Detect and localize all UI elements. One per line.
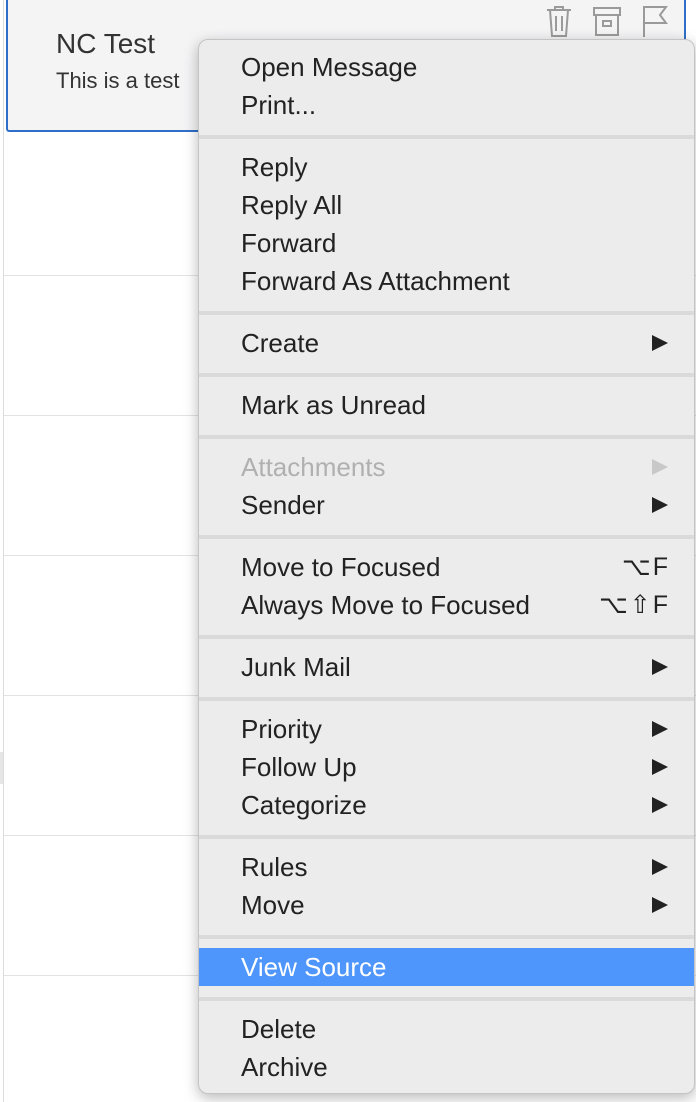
menu-item-label: Move [241, 890, 305, 920]
menu-group: Priority Follow Up Categorize [199, 710, 694, 824]
message-hover-actions [544, 4, 670, 38]
menu-separator [199, 635, 694, 639]
submenu-arrow-icon [652, 721, 668, 737]
message-preview: This is a test [56, 68, 180, 93]
menu-item-priority[interactable]: Priority [199, 710, 694, 748]
menu-item-forward-as-attachment[interactable]: Forward As Attachment [199, 262, 694, 300]
menu-separator [199, 697, 694, 701]
menu-item-label: Reply All [241, 190, 343, 220]
resize-handle[interactable] [0, 752, 3, 784]
flag-icon[interactable] [640, 4, 670, 38]
menu-group: Junk Mail [199, 648, 694, 686]
menu-separator [199, 935, 694, 939]
menu-item-sender[interactable]: Sender [199, 486, 694, 524]
menu-item-label: Rules [241, 852, 308, 882]
menu-item-label: View Source [241, 952, 387, 982]
menu-group: Delete Archive [199, 1010, 694, 1086]
menu-group: Open Message Print... [199, 48, 694, 124]
menu-item-junk-mail[interactable]: Junk Mail [199, 648, 694, 686]
menu-separator [199, 311, 694, 315]
menu-item-label: Follow Up [241, 752, 357, 782]
menu-separator [199, 435, 694, 439]
menu-separator [199, 997, 694, 1001]
menu-group: Reply Reply All Forward Forward As Attachme… [199, 148, 694, 300]
menu-item-open-message[interactable]: Open Message [199, 48, 694, 86]
keyboard-shortcut: ⌥⇧F [598, 591, 670, 619]
submenu-arrow-icon [652, 859, 668, 875]
keyboard-shortcut: ⌥F [621, 553, 670, 581]
submenu-arrow-icon [652, 659, 668, 675]
menu-item-reply[interactable]: Reply [199, 148, 694, 186]
menu-group: Create [199, 324, 694, 362]
submenu-arrow-icon [652, 497, 668, 513]
menu-item-label: Delete [241, 1014, 317, 1044]
menu-item-label: Print... [241, 90, 317, 120]
menu-item-follow-up[interactable]: Follow Up [199, 748, 694, 786]
menu-separator [199, 373, 694, 377]
menu-item-categorize[interactable]: Categorize [199, 786, 694, 824]
menu-item-attachments: Attachments [199, 448, 694, 486]
trash-icon[interactable] [544, 4, 574, 38]
menu-item-label: Mark as Unread [241, 390, 426, 420]
menu-item-label: Categorize [241, 790, 367, 820]
menu-item-label: Priority [241, 714, 322, 744]
menu-separator [199, 535, 694, 539]
menu-item-print[interactable]: Print... [199, 86, 694, 124]
menu-group: View Source [199, 948, 694, 986]
submenu-arrow-icon [652, 759, 668, 775]
submenu-arrow-icon [652, 459, 668, 475]
menu-item-view-source[interactable]: View Source [199, 948, 694, 986]
menu-separator [199, 135, 694, 139]
menu-group: Move to Focused ⌥F Always Move to Focused ⌥… [199, 548, 694, 624]
menu-item-forward[interactable]: Forward [199, 224, 694, 262]
submenu-arrow-icon [652, 797, 668, 813]
submenu-arrow-icon [652, 335, 668, 351]
menu-item-label: Open Message [241, 52, 418, 82]
menu-group: Mark as Unread [199, 386, 694, 424]
archive-icon[interactable] [592, 4, 622, 38]
menu-item-label: Create [241, 328, 320, 358]
menu-item-label: Attachments [241, 452, 386, 482]
context-menu: Open Message Print... Reply Reply All Forwar… [198, 39, 695, 1094]
submenu-arrow-icon [652, 897, 668, 913]
menu-item-label: Forward As Attachment [241, 266, 510, 296]
menu-item-create[interactable]: Create [199, 324, 694, 362]
menu-item-delete[interactable]: Delete [199, 1010, 694, 1048]
menu-item-reply-all[interactable]: Reply All [199, 186, 694, 224]
menu-item-label: Forward [241, 228, 337, 258]
menu-item-label: Move to Focused [241, 552, 441, 582]
menu-item-label: Archive [241, 1052, 328, 1082]
menu-item-archive[interactable]: Archive [199, 1048, 694, 1086]
menu-item-move[interactable]: Move [199, 886, 694, 924]
menu-item-rules[interactable]: Rules [199, 848, 694, 886]
menu-item-label: Junk Mail [241, 652, 351, 682]
message-sender: NC Test [56, 28, 156, 59]
menu-group: Rules Move [199, 848, 694, 924]
menu-item-label: Sender [241, 490, 325, 520]
menu-item-move-to-focused[interactable]: Move to Focused ⌥F [199, 548, 694, 586]
menu-separator [199, 835, 694, 839]
menu-item-always-move-to-focused[interactable]: Always Move to Focused ⌥⇧F [199, 586, 694, 624]
menu-item-label: Always Move to Focused [241, 590, 531, 620]
menu-item-mark-as-unread[interactable]: Mark as Unread [199, 386, 694, 424]
menu-item-label: Reply [241, 152, 308, 182]
menu-group: Attachments Sender [199, 448, 694, 524]
